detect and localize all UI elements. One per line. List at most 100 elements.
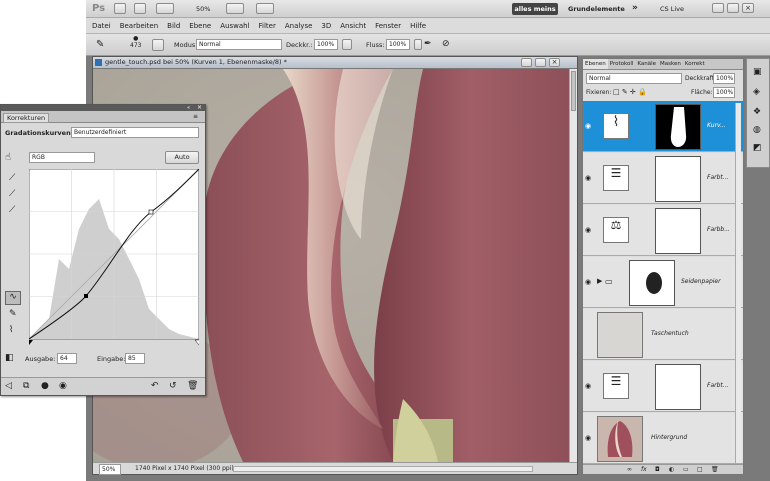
curves-graph[interactable] <box>29 169 199 345</box>
trash-icon[interactable]: 🗑 <box>711 465 719 474</box>
layer-row[interactable]: ◉ ☰ Farbt... <box>583 153 743 204</box>
flow-dropdown[interactable] <box>414 39 422 50</box>
opacity-field[interactable]: 100% <box>314 39 338 50</box>
panel-menu-icon[interactable]: ≡ <box>193 113 198 120</box>
layer-row[interactable]: ◉ ⌇ Kurv... <box>583 101 743 152</box>
doc-maximize-icon[interactable] <box>535 58 546 67</box>
tab-kanaele[interactable]: Kanäle <box>635 59 658 69</box>
layer-name[interactable]: Seidenpapier <box>681 278 721 285</box>
link-layers-icon[interactable]: ∞ <box>627 465 632 474</box>
view-extras-icon[interactable] <box>156 3 174 14</box>
cslive-button[interactable]: CS Live <box>660 5 684 13</box>
fill-field[interactable]: 100% <box>713 87 735 98</box>
menu-bild[interactable]: Bild <box>167 22 180 30</box>
blend-mode-select[interactable]: Normal <box>586 73 682 84</box>
back-arrow-icon[interactable]: ◁ <box>5 381 12 391</box>
layer-row[interactable]: ◉ ☰ Farbt... <box>583 361 743 412</box>
white-eyedropper-icon[interactable]: ⟋ <box>9 205 15 215</box>
airbrush-icon[interactable]: ✒ <box>424 39 436 51</box>
layer-mask-thumbnail[interactable] <box>655 208 701 254</box>
curve-point-tool-icon[interactable]: ∿ <box>5 291 21 305</box>
menu-bearbeiten[interactable]: Bearbeiten <box>120 22 158 30</box>
input-field[interactable]: 85 <box>125 353 145 364</box>
mode-select[interactable]: Normal <box>196 39 282 50</box>
layer-mask-thumbnail[interactable] <box>655 156 701 202</box>
fx-button[interactable]: fx <box>641 465 647 474</box>
scroll-thumb[interactable] <box>571 71 576 111</box>
menu-ebene[interactable]: Ebene <box>189 22 211 30</box>
eye-icon[interactable]: ◉ <box>585 278 594 287</box>
screen-mode-icon[interactable] <box>256 3 274 14</box>
vertical-scrollbar[interactable] <box>569 69 577 462</box>
zoom-level[interactable]: 50% <box>196 5 210 13</box>
minibridge-icon[interactable] <box>134 3 146 14</box>
curve-pencil-icon[interactable]: ✎ <box>9 309 17 319</box>
status-zoom-field[interactable]: 50% <box>99 464 121 475</box>
eye-icon[interactable]: ◉ <box>585 434 594 443</box>
eye-icon[interactable]: ◉ <box>585 382 594 391</box>
new-adjustment-icon[interactable]: ◐ <box>669 465 674 474</box>
layer-name[interactable]: Kurv... <box>707 122 726 129</box>
output-field[interactable]: 64 <box>57 353 77 364</box>
preset-select[interactable]: Benutzerdefiniert <box>71 127 199 138</box>
doc-close-icon[interactable]: × <box>549 58 560 67</box>
opacity-pen-icon[interactable] <box>342 39 352 50</box>
visibility-icon[interactable]: ◉ <box>59 381 67 391</box>
workspace-alles-meins-button[interactable]: alles meins <box>512 3 558 15</box>
lock-icons[interactable]: □ ✎ ✛ 🔒 <box>613 88 647 96</box>
menu-3d[interactable]: 3D <box>321 22 331 30</box>
swatches-icon[interactable]: ❖ <box>753 107 761 117</box>
clip-layer-icon[interactable]: ● <box>41 381 49 391</box>
new-layer-icon[interactable]: □ <box>697 465 703 474</box>
tab-korrekturen[interactable]: Korrekturen <box>3 113 50 123</box>
restore-icon[interactable] <box>727 3 739 13</box>
black-eyedropper-icon[interactable]: ⟋ <box>9 173 15 183</box>
tab-korrekt[interactable]: Korrekt <box>683 59 707 69</box>
horizontal-scrollbar[interactable] <box>233 466 533 472</box>
eye-icon[interactable]: ◉ <box>585 122 594 131</box>
status-info[interactable]: 1740 Pixel x 1740 Pixel (300 ppi) <box>135 463 234 474</box>
menu-hilfe[interactable]: Hilfe <box>410 22 426 30</box>
smooth-curve-icon[interactable]: ⌇ <box>9 325 13 335</box>
navigator-icon[interactable]: ▣ <box>753 67 762 77</box>
layer-name[interactable]: Hintergrund <box>651 434 687 441</box>
layer-name[interactable]: Farbt... <box>707 382 728 389</box>
workspace-grundelemente[interactable]: Grundelemente <box>568 5 625 13</box>
arrange-documents-icon[interactable] <box>226 3 244 14</box>
gray-eyedropper-icon[interactable]: ⟋ <box>9 189 15 199</box>
layers-scrollbar[interactable] <box>735 103 741 463</box>
expand-arrow-icon[interactable]: ▶ <box>597 277 602 285</box>
layer-mask-thumbnail[interactable] <box>655 104 701 150</box>
layer-row[interactable]: Taschentuch <box>583 309 743 360</box>
menu-datei[interactable]: Datei <box>92 22 111 30</box>
layer-row[interactable]: ◉ ⚖ Farbb... <box>583 205 743 256</box>
minimize-icon[interactable] <box>712 3 724 13</box>
tablet-pressure-icon[interactable]: ⊘ <box>442 39 454 51</box>
auto-button[interactable]: Auto <box>165 151 199 164</box>
menu-filter[interactable]: Filter <box>259 22 276 30</box>
document-tab[interactable]: gentle_touch.psd bei 50% (Kurven 1, Eben… <box>93 57 577 69</box>
eye-icon[interactable]: ◉ <box>585 174 594 183</box>
menu-auswahl[interactable]: Auswahl <box>220 22 249 30</box>
close-panel-icon[interactable]: × <box>197 104 202 111</box>
info-icon[interactable]: ◩ <box>753 143 762 153</box>
layer-mask-thumbnail[interactable] <box>655 364 701 410</box>
layer-mask-thumbnail[interactable] <box>629 260 675 306</box>
add-mask-icon[interactable]: ◘ <box>655 465 660 474</box>
layer-row[interactable]: ◉ ▶ ▭ Seidenpapier <box>583 257 743 308</box>
layer-name[interactable]: Farbt... <box>707 174 728 181</box>
layer-opacity-field[interactable]: 100% <box>713 73 735 84</box>
layer-row[interactable]: ◉ Hintergrund <box>583 413 743 464</box>
channel-select[interactable]: RGB <box>29 152 95 163</box>
previous-state-icon[interactable]: ↶ <box>151 381 159 391</box>
brush-panel-icon[interactable] <box>152 39 164 51</box>
styles-icon[interactable]: ◍ <box>753 125 761 135</box>
layer-name[interactable]: Farbb... <box>707 226 730 233</box>
layer-name[interactable]: Taschentuch <box>651 330 689 337</box>
delete-adjustment-icon[interactable]: 🗑 <box>187 381 198 391</box>
tab-masken[interactable]: Masken <box>658 59 683 69</box>
close-icon[interactable]: × <box>742 3 754 13</box>
target-adjustment-tool-icon[interactable]: ☝ <box>5 152 11 163</box>
brush-preset-picker[interactable]: ● 473 <box>130 35 141 49</box>
reset-icon[interactable]: ↺ <box>169 381 177 391</box>
